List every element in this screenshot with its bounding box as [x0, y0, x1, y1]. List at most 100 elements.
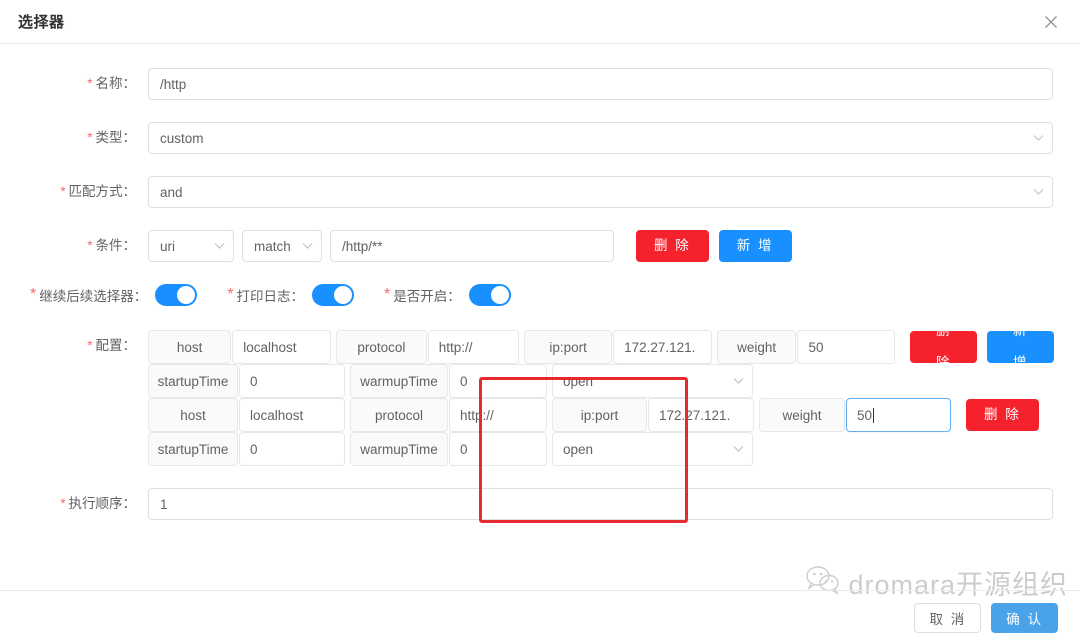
required-star: *: [87, 130, 93, 145]
switch-row: * 继续后续选择器： * 打印日志： * 是否开启：: [26, 284, 1054, 306]
config-warmup-key: warmupTime: [350, 432, 448, 466]
exec-order-input[interactable]: 1: [148, 488, 1053, 520]
condition-delete-button[interactable]: 删 除: [636, 230, 709, 262]
required-star: *: [87, 338, 93, 353]
config-startup-value[interactable]: 0: [239, 432, 345, 466]
condition-add-button[interactable]: 新 增: [718, 230, 792, 262]
config-status-select[interactable]: open: [552, 364, 753, 398]
config-delete-button[interactable]: 删 除: [910, 323, 978, 370]
type-select[interactable]: custom: [148, 122, 1053, 154]
switch-item-enable: * 是否开启：: [384, 284, 511, 306]
form-row-match-mode: * 匹配方式： and: [26, 176, 1054, 208]
config-ipport-key: ip:port: [524, 330, 613, 364]
config-line-primary: host localhost protocol http:// ip:port …: [148, 323, 1054, 370]
name-input[interactable]: /http: [148, 68, 1053, 100]
condition-field-select[interactable]: uri: [148, 230, 234, 262]
required-star: *: [87, 76, 93, 91]
required-star: *: [30, 286, 37, 303]
required-star: *: [87, 238, 93, 253]
chevron-down-icon: [1033, 135, 1044, 142]
match-mode-select-value: and: [160, 184, 183, 200]
condition-buttons: 删 除 新 增: [636, 230, 792, 262]
config-host-key: host: [148, 398, 238, 432]
config-warmup-key: warmupTime: [350, 364, 448, 398]
chevron-down-icon: [733, 378, 744, 385]
switch-item-log: * 打印日志：: [227, 284, 354, 306]
config-protocol-value[interactable]: http://: [427, 330, 520, 364]
config-weight-key: weight: [759, 398, 845, 432]
config-weight-key: weight: [716, 330, 797, 364]
config-status-value: open: [563, 373, 594, 389]
switch-enable[interactable]: [468, 284, 511, 306]
type-label: * 类型：: [87, 130, 136, 145]
config-host-value[interactable]: localhost: [239, 398, 345, 432]
switch-label-enable: 是否开启：: [393, 289, 461, 304]
close-icon[interactable]: [1040, 11, 1062, 33]
config-startup-value[interactable]: 0: [239, 364, 345, 398]
switch-item-continue: * 继续后续选择器：: [26, 284, 198, 306]
dialog-header: 选择器: [0, 0, 1080, 44]
dialog-footer: 取 消 确 认: [0, 590, 1080, 644]
config-add-button[interactable]: 新 增: [987, 323, 1054, 370]
config-line-primary: host localhost protocol http:// ip:port …: [148, 398, 1054, 432]
required-star: *: [60, 184, 66, 199]
config-warmup-value[interactable]: 0: [449, 364, 547, 398]
config-buttons: 删 除: [966, 399, 1039, 431]
config-protocol-value[interactable]: http://: [449, 398, 547, 432]
config-status-value: open: [563, 441, 594, 457]
config-startup-key: startupTime: [148, 432, 238, 466]
name-label: * 名称：: [87, 76, 136, 91]
condition-field-value: uri: [160, 238, 176, 254]
required-star: *: [60, 496, 66, 511]
switch-label-log: 打印日志：: [236, 289, 304, 304]
config-line-secondary: startupTime 0 warmupTime 0 open: [148, 432, 1054, 466]
chevron-down-icon: [302, 243, 313, 250]
required-star: *: [227, 286, 234, 303]
config-delete-button[interactable]: 删 除: [966, 399, 1039, 431]
config-ipport-value[interactable]: 172.27.121.: [648, 398, 754, 432]
exec-order-label: * 执行顺序：: [60, 496, 136, 511]
config-weight-value[interactable]: 50: [846, 398, 951, 432]
form-row-type: * 类型： custom: [26, 122, 1054, 154]
form-row-exec-order: * 执行顺序： 1: [26, 488, 1054, 520]
condition-operator-select[interactable]: match: [242, 230, 322, 262]
config-status-select[interactable]: open: [552, 432, 753, 466]
condition-operator-value: match: [254, 238, 291, 254]
config-warmup-value[interactable]: 0: [449, 432, 547, 466]
required-star: *: [383, 286, 391, 303]
condition-label: * 条件：: [87, 238, 136, 253]
config-host-key: host: [148, 330, 232, 364]
config-protocol-key: protocol: [350, 398, 448, 432]
condition-value-input[interactable]: /http/**: [330, 230, 614, 262]
selector-dialog: 选择器 * 名称： /http * 类型： custom * 匹配方式： and…: [0, 0, 1080, 644]
form-row-name: * 名称： /http: [26, 68, 1054, 100]
config-startup-key: startupTime: [148, 364, 238, 398]
condition-row: uri match /http/** 删 除 新 增: [148, 230, 1054, 262]
config-area: host localhost protocol http:// ip:port …: [148, 323, 1054, 466]
page-title: 选择器: [18, 14, 65, 31]
switch-print-log[interactable]: [311, 284, 354, 306]
match-mode-select[interactable]: and: [148, 176, 1053, 208]
form-row-config: * 配置： host localhost protocol http:// ip:…: [26, 323, 1054, 466]
config-weight-value[interactable]: 50: [797, 330, 896, 364]
chevron-down-icon: [214, 243, 225, 250]
cancel-button[interactable]: 取 消: [914, 602, 982, 633]
match-mode-label: * 匹配方式：: [60, 184, 136, 199]
config-group: host localhost protocol http:// ip:port …: [148, 323, 1054, 398]
dialog-body: * 名称： /http * 类型： custom * 匹配方式： and * 条…: [0, 44, 1080, 590]
config-host-value[interactable]: localhost: [232, 330, 332, 364]
config-protocol-key: protocol: [336, 330, 427, 364]
switch-continue-selector[interactable]: [155, 284, 198, 306]
config-line-secondary: startupTime 0 warmupTime 0 open: [148, 364, 1054, 398]
config-group: host localhost protocol http:// ip:port …: [148, 398, 1054, 466]
text-caret: [873, 407, 875, 423]
config-buttons: 删 除 新 增: [910, 323, 1054, 370]
type-select-value: custom: [160, 130, 204, 146]
config-label: * 配置：: [87, 338, 136, 353]
form-row-condition: * 条件： uri match /http/** 删 除 新 增: [26, 230, 1054, 262]
chevron-down-icon: [1033, 189, 1044, 196]
config-ipport-value[interactable]: 172.27.121.: [613, 330, 712, 364]
config-ipport-key: ip:port: [552, 398, 647, 432]
chevron-down-icon: [733, 446, 744, 453]
confirm-button[interactable]: 确 认: [991, 602, 1058, 633]
